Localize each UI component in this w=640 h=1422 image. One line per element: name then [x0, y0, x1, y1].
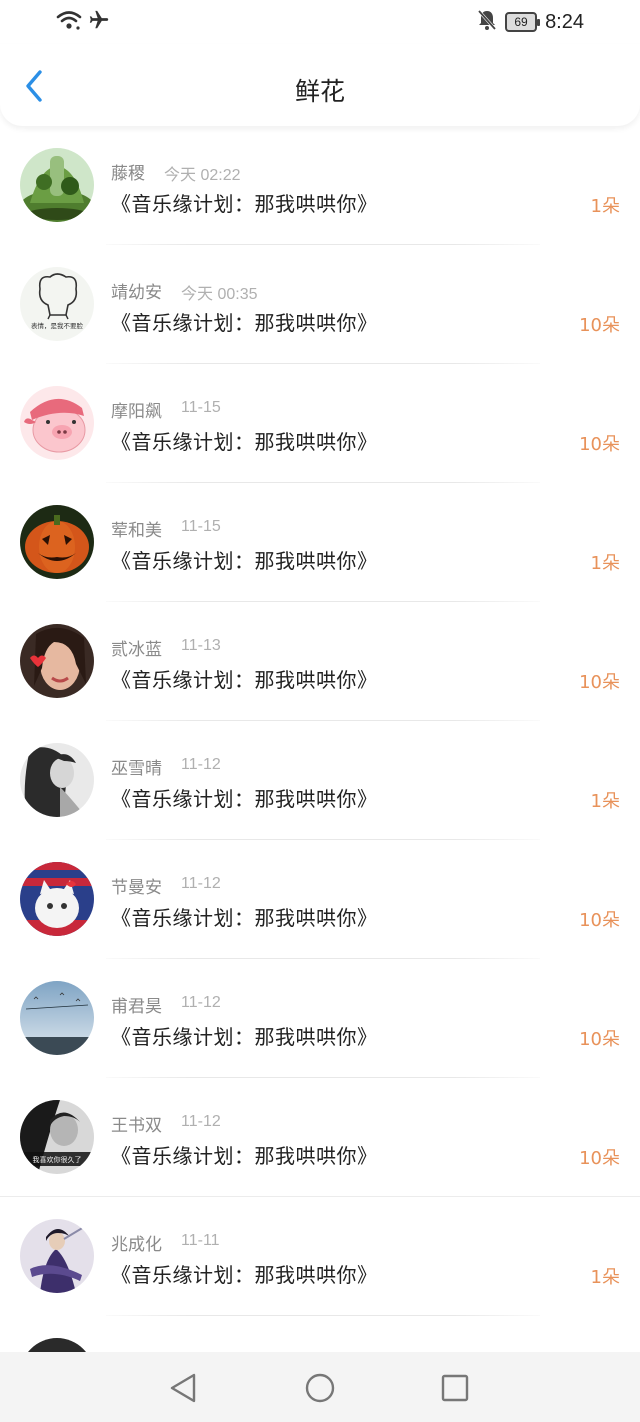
send-time: 今天 00:35 [181, 286, 258, 303]
list-item[interactable]: 甫君昊 11-12 《音乐缘计划：那我哄哄你》 10朵 [0, 959, 640, 1078]
header: 鲜花 [0, 44, 640, 126]
avatar-caption: 我喜欢你很久了 [33, 1155, 82, 1164]
list-item[interactable]: 荤和美 11-15 《音乐缘计划：那我哄哄你》 1朵 [0, 483, 640, 602]
bell-muted-icon [477, 9, 497, 35]
flower-count: 1朵 [590, 791, 620, 812]
sender-name: 王书双 [111, 1116, 162, 1136]
send-time: 11-12 [181, 1113, 221, 1130]
list-item[interactable] [0, 1316, 640, 1352]
sender-name: 靖幼安 [111, 283, 162, 303]
song-title: 《音乐缘计划：那我哄哄你》 [111, 1144, 378, 1168]
nav-recents-button[interactable] [438, 1371, 472, 1405]
gift-list: 藤稷 今天 02:22 《音乐缘计划：那我哄哄你》 1朵 表情，是我不要脸 靖幼… [0, 126, 640, 1352]
song-title: 《音乐缘计划：那我哄哄你》 [111, 668, 378, 692]
sender-name: 甫君昊 [111, 997, 162, 1017]
avatar[interactable] [20, 1338, 94, 1352]
airplane-icon [88, 9, 110, 35]
nav-home-button[interactable] [303, 1371, 337, 1405]
list-item[interactable]: 巫雪晴 11-12 《音乐缘计划：那我哄哄你》 1朵 [0, 721, 640, 840]
nav-back-button[interactable] [166, 1371, 200, 1405]
send-time: 11-12 [181, 994, 221, 1011]
song-title: 《音乐缘计划：那我哄哄你》 [111, 430, 378, 454]
avatar[interactable]: 我喜欢你很久了 [20, 1100, 94, 1174]
status-right: 69 8:24 [477, 9, 584, 35]
status-left [56, 9, 110, 35]
clock: 8:24 [545, 10, 584, 33]
list-item[interactable]: 贰冰蓝 11-13 《音乐缘计划：那我哄哄你》 10朵 [0, 602, 640, 721]
send-time: 今天 02:22 [164, 167, 241, 184]
flower-count: 1朵 [590, 196, 620, 217]
avatar[interactable] [20, 1219, 94, 1293]
send-time: 11-12 [181, 756, 221, 773]
flower-count: 10朵 [579, 1029, 620, 1050]
avatar[interactable]: 表情，是我不要脸 [20, 267, 94, 341]
song-title: 《音乐缘计划：那我哄哄你》 [111, 1025, 378, 1049]
status-bar: 69 8:24 [0, 0, 640, 44]
send-time: 11-13 [181, 637, 221, 654]
system-nav-bar [0, 1352, 640, 1422]
avatar[interactable] [20, 148, 94, 222]
list-item[interactable]: 我喜欢你很久了 王书双 11-12 《音乐缘计划：那我哄哄你》 10朵 [0, 1078, 640, 1197]
home-circle-icon [305, 1373, 335, 1403]
flower-count: 10朵 [579, 1148, 620, 1169]
avatar[interactable] [20, 505, 94, 579]
list-item[interactable]: 节曼安 11-12 《音乐缘计划：那我哄哄你》 10朵 [0, 840, 640, 959]
sender-name: 节曼安 [111, 878, 162, 898]
page-title: 鲜花 [294, 77, 345, 106]
avatar[interactable] [20, 386, 94, 460]
sender-name: 摩阳飙 [111, 402, 162, 422]
list-item[interactable]: 藤稷 今天 02:22 《音乐缘计划：那我哄哄你》 1朵 [0, 126, 640, 245]
avatar[interactable] [20, 743, 94, 817]
flower-count: 10朵 [579, 910, 620, 931]
song-title: 《音乐缘计划：那我哄哄你》 [111, 311, 378, 335]
recents-square-icon [441, 1374, 469, 1402]
sender-name: 巫雪晴 [111, 759, 162, 779]
avatar-caption: 表情，是我不要脸 [31, 321, 84, 330]
song-title: 《音乐缘计划：那我哄哄你》 [111, 787, 378, 811]
flower-count: 10朵 [579, 672, 620, 693]
send-time: 11-15 [181, 518, 221, 535]
avatar[interactable] [20, 981, 94, 1055]
song-title: 《音乐缘计划：那我哄哄你》 [111, 192, 378, 216]
flower-count: 1朵 [590, 553, 620, 574]
song-title: 《音乐缘计划：那我哄哄你》 [111, 1263, 378, 1287]
list-item[interactable]: 摩阳飙 11-15 《音乐缘计划：那我哄哄你》 10朵 [0, 364, 640, 483]
wifi-icon [56, 9, 82, 35]
send-time: 11-15 [181, 399, 221, 416]
battery-icon: 69 [505, 12, 541, 32]
sender-name: 藤稷 [111, 164, 145, 184]
sender-name: 荤和美 [111, 521, 162, 541]
send-time: 11-11 [181, 1232, 220, 1249]
flower-count: 10朵 [579, 434, 620, 455]
avatar[interactable] [20, 862, 94, 936]
list-item[interactable]: 兆成化 11-11 《音乐缘计划：那我哄哄你》 1朵 [0, 1197, 640, 1316]
avatar[interactable] [20, 624, 94, 698]
flower-count: 1朵 [590, 1267, 620, 1288]
flower-count: 10朵 [579, 315, 620, 336]
back-triangle-icon [170, 1373, 196, 1403]
song-title: 《音乐缘计划：那我哄哄你》 [111, 906, 378, 930]
list-item[interactable]: 表情，是我不要脸 靖幼安 今天 00:35 《音乐缘计划：那我哄哄你》 10朵 [0, 245, 640, 364]
sender-name: 贰冰蓝 [111, 640, 162, 660]
send-time: 11-12 [181, 875, 221, 892]
sender-name: 兆成化 [111, 1235, 162, 1255]
song-title: 《音乐缘计划：那我哄哄你》 [111, 549, 378, 573]
